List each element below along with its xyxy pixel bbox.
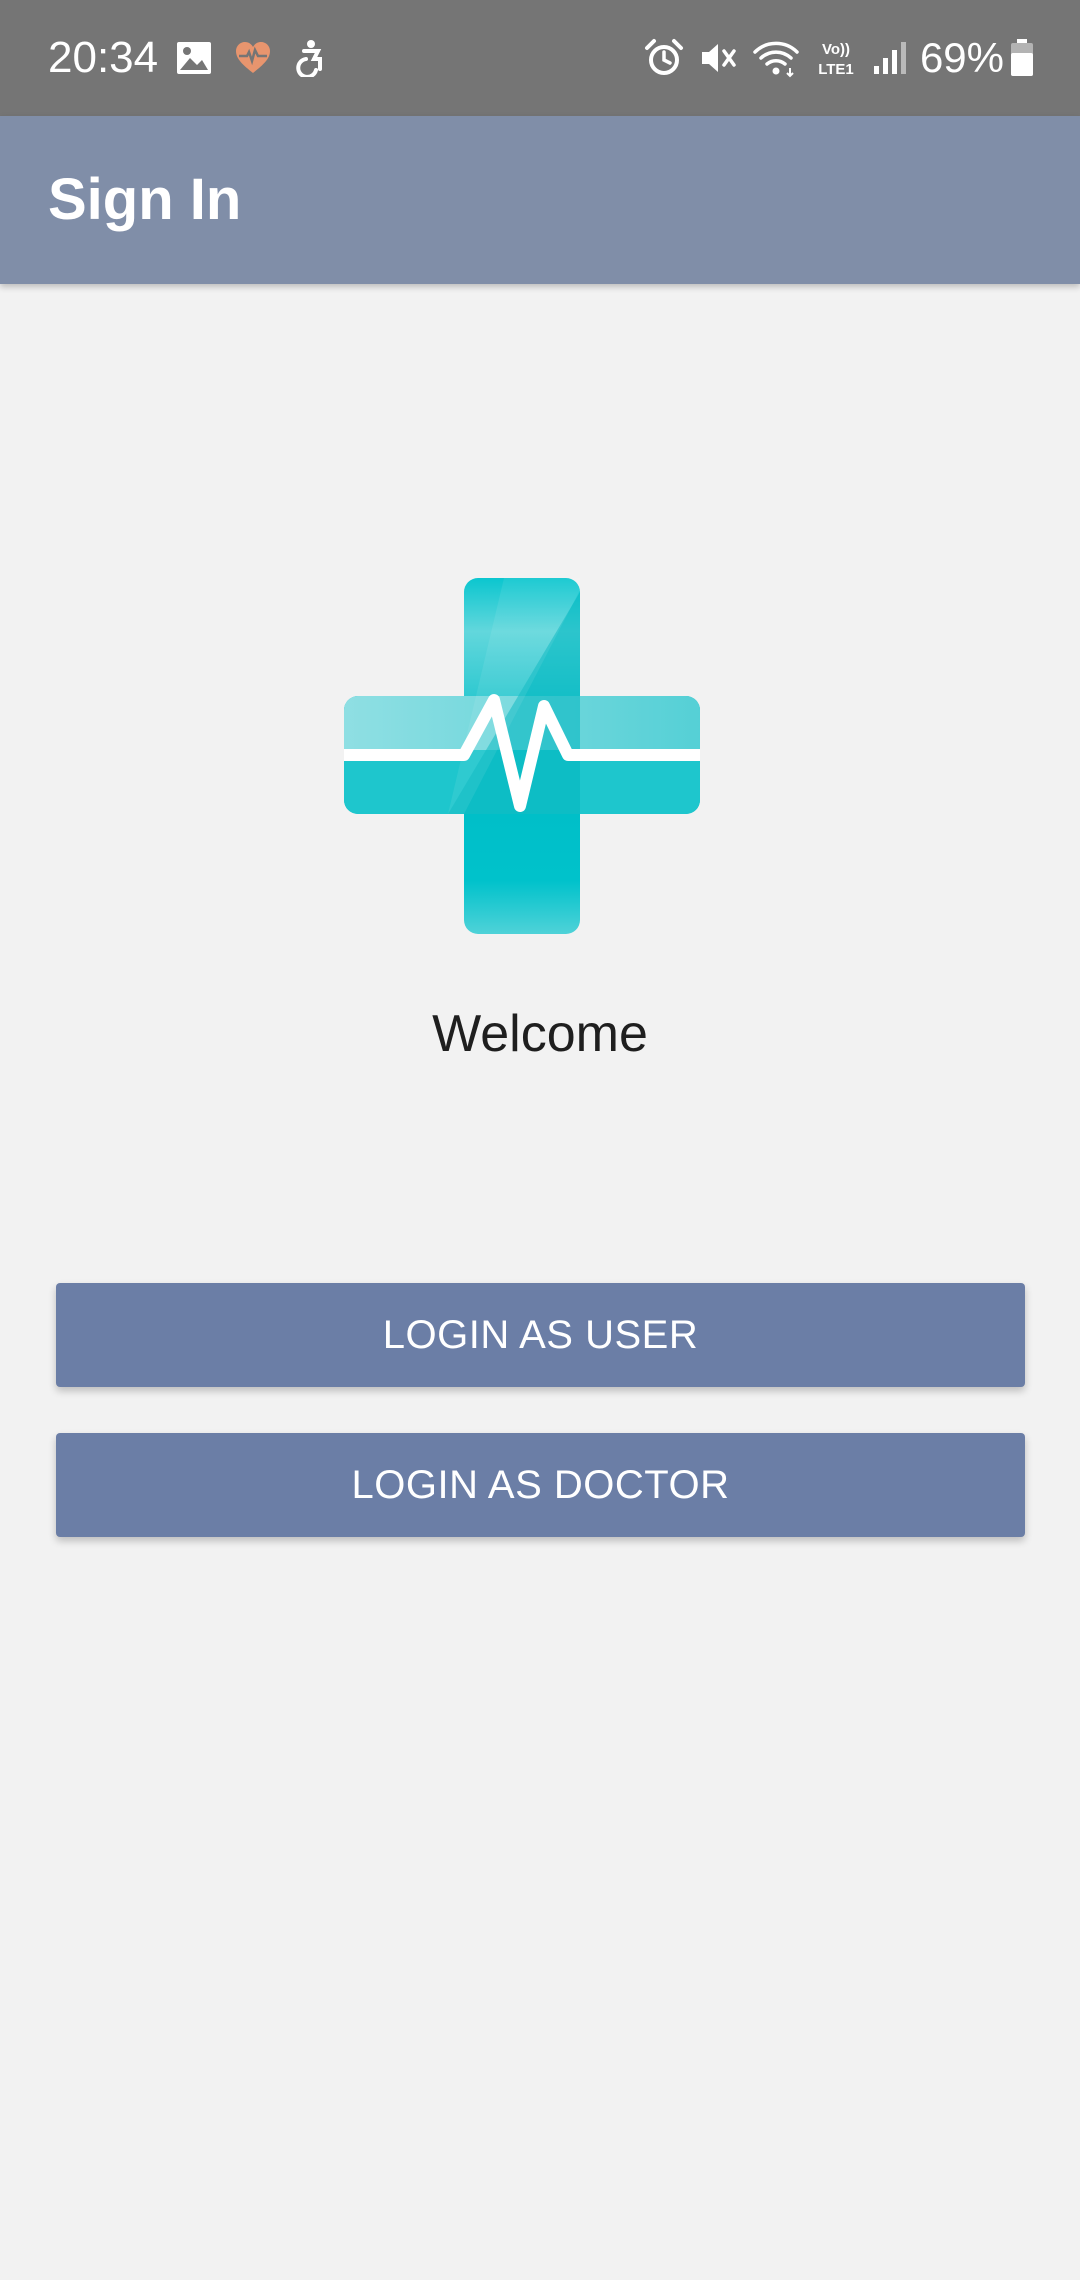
wifi-icon — [752, 38, 800, 78]
battery-icon — [1010, 39, 1034, 77]
heart-rate-icon — [234, 41, 272, 75]
status-bar: 20:34 Vo)) LTE1 69% — [0, 0, 1080, 116]
volte-label-bottom: LTE1 — [818, 61, 854, 78]
login-as-user-button[interactable]: LOGIN AS USER — [56, 1283, 1025, 1387]
alarm-icon — [644, 38, 684, 78]
volte-icon: Vo)) LTE1 — [814, 38, 858, 78]
welcome-text: Welcome — [432, 1005, 648, 1063]
medical-cross-pulse-icon — [338, 578, 706, 934]
battery-percent: 69% — [919, 34, 1004, 81]
status-bar-right: Vo)) LTE1 69% — [630, 0, 1034, 116]
accessibility-icon — [294, 39, 328, 77]
mute-icon — [698, 38, 738, 78]
volte-label-top: Vo)) — [822, 41, 850, 58]
signal-icon — [872, 40, 908, 76]
status-bar-left: 20:34 — [48, 0, 350, 116]
page-title: Sign In — [48, 167, 242, 232]
login-as-doctor-button[interactable]: LOGIN AS DOCTOR — [56, 1433, 1025, 1537]
app-bar: Sign In — [0, 116, 1080, 284]
image-icon — [176, 41, 212, 75]
status-time: 20:34 — [48, 33, 159, 82]
